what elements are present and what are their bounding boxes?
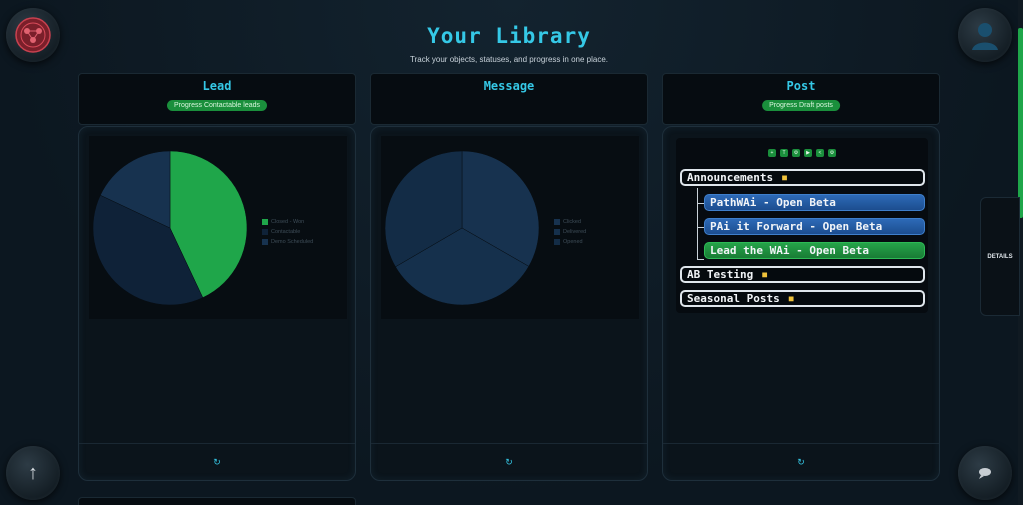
- lead-header: Lead Progress Contactable leads: [78, 73, 356, 125]
- legend-swatch: [262, 229, 268, 235]
- node-label: AB Testing: [687, 268, 754, 281]
- legend-swatch: [554, 239, 560, 245]
- post-title: Post: [786, 79, 816, 93]
- tree-connector: [697, 203, 704, 204]
- tree-node-announcements[interactable]: Announcements ■: [680, 169, 925, 186]
- legend-swatch: [262, 219, 268, 225]
- lead-progress-badge[interactable]: Progress Contactable leads: [167, 100, 267, 111]
- lead-title: Lead: [202, 79, 232, 93]
- options-button[interactable]: ⚙: [828, 149, 836, 157]
- tree-toolbar: + T ⚙ ▶ < ⚙: [676, 149, 928, 157]
- text-button[interactable]: T: [780, 149, 788, 157]
- folder-icon: ■: [788, 294, 794, 303]
- back-button[interactable]: <: [816, 149, 824, 157]
- page-subtitle: Track your objects, statuses, and progre…: [409, 55, 609, 64]
- user-avatar-button[interactable]: [958, 8, 1012, 62]
- refresh-icon[interactable]: ↻: [213, 457, 221, 468]
- tree-connector: [697, 227, 704, 228]
- legend-item[interactable]: Contactable: [262, 229, 313, 235]
- settings-button[interactable]: ⚙: [792, 149, 800, 157]
- legend-swatch: [554, 219, 560, 225]
- legend-label: Closed - Won: [271, 219, 305, 225]
- tree-node-pathwai[interactable]: PathWAi - Open Beta: [704, 194, 925, 211]
- page: Your Library Track your objects, statuse…: [0, 0, 1023, 505]
- lead-chart: Closed - Won Contactable Demo Scheduled: [89, 136, 347, 319]
- user-icon: [972, 23, 998, 50]
- message-chart: Clicked Delivered Opened: [381, 136, 639, 319]
- folder-icon: ■: [782, 173, 787, 182]
- message-title: Message: [483, 79, 535, 93]
- legend-item[interactable]: Clicked: [554, 219, 586, 225]
- post-card-footer: ↻: [663, 443, 939, 480]
- legend-label: Delivered: [563, 229, 587, 235]
- node-label: PAi it Forward - Open Beta: [710, 220, 883, 233]
- page-title: Your Library: [427, 24, 591, 48]
- tree-node-lead-the-wai[interactable]: Lead the WAi - Open Beta: [704, 242, 925, 259]
- chat-bubble-icon: [979, 468, 991, 479]
- details-label: DETAILS: [987, 253, 1013, 260]
- refresh-icon[interactable]: ↻: [505, 457, 513, 468]
- message-card-footer: ↻: [371, 443, 647, 480]
- legend-label: Opened: [563, 239, 583, 245]
- legend-swatch: [262, 239, 268, 245]
- node-label: Announcements: [687, 171, 774, 184]
- post-header: Post Progress Draft posts: [662, 73, 940, 125]
- message-header: Message: [370, 73, 648, 125]
- legend-item[interactable]: Closed - Won: [262, 219, 313, 225]
- message-legend: Clicked Delivered Opened: [554, 219, 586, 249]
- chat-button[interactable]: [958, 446, 1012, 500]
- arrow-up-icon: ↑: [28, 461, 38, 484]
- add-node-button[interactable]: +: [768, 149, 776, 157]
- tree-node-pai-it-forward[interactable]: PAi it Forward - Open Beta: [704, 218, 925, 235]
- lead-pie-chart: [92, 150, 248, 306]
- legend-item[interactable]: Demo Scheduled: [262, 239, 313, 245]
- tree-connector: [697, 259, 704, 260]
- post-tree: + T ⚙ ▶ < ⚙ Announcements ■ PathWAi - Op…: [676, 138, 928, 313]
- tree-connector: [697, 188, 698, 260]
- node-label: Lead the WAi - Open Beta: [710, 244, 869, 257]
- legend-item[interactable]: Delivered: [554, 229, 586, 235]
- legend-label: Demo Scheduled: [271, 239, 314, 245]
- message-pie-chart: [384, 150, 540, 306]
- lead-card: Closed - Won Contactable Demo Scheduled …: [78, 126, 356, 481]
- tree-node-ab-testing[interactable]: AB Testing ■: [680, 266, 925, 283]
- tree-node-seasonal-posts[interactable]: Seasonal Posts ■: [680, 290, 925, 307]
- logo-button[interactable]: [6, 8, 60, 62]
- lead-card-footer: ↻: [79, 443, 355, 480]
- bottom-panel: [78, 497, 356, 505]
- lead-legend: Closed - Won Contactable Demo Scheduled: [262, 219, 313, 249]
- logo-icon: [15, 17, 51, 53]
- message-card: Clicked Delivered Opened ↻: [370, 126, 648, 481]
- scrollbar-thumb[interactable]: [1018, 28, 1023, 218]
- refresh-icon[interactable]: ↻: [797, 457, 805, 468]
- post-card: + T ⚙ ▶ < ⚙ Announcements ■ PathWAi - Op…: [662, 126, 940, 481]
- legend-label: Contactable: [271, 229, 301, 235]
- node-label: PathWAi - Open Beta: [710, 196, 836, 209]
- scroll-top-button[interactable]: ↑: [6, 446, 60, 500]
- play-button[interactable]: ▶: [804, 149, 812, 157]
- legend-label: Clicked: [563, 219, 582, 225]
- node-label: Seasonal Posts: [687, 292, 780, 305]
- folder-icon: ■: [762, 270, 768, 279]
- legend-item[interactable]: Opened: [554, 239, 586, 245]
- details-tab[interactable]: DETAILS: [980, 197, 1020, 316]
- post-progress-badge[interactable]: Progress Draft posts: [762, 100, 840, 111]
- legend-swatch: [554, 229, 560, 235]
